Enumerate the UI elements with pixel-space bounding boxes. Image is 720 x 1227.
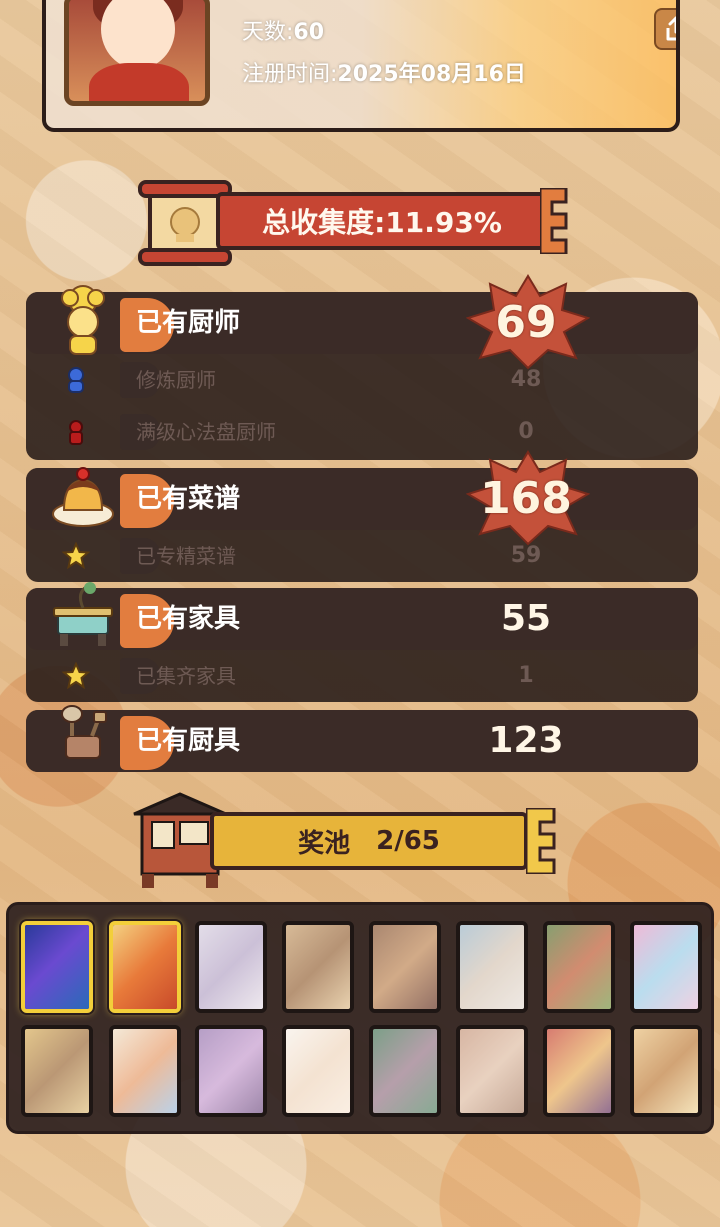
- share-upload-icon: [666, 16, 676, 41]
- prize-pool-banner: 奖池 2/65: [128, 790, 564, 890]
- ribbon-tail: [540, 188, 568, 254]
- furniture-icon: [53, 582, 113, 646]
- row-label: 满级心法盘厨师: [136, 420, 276, 444]
- pool-card[interactable]: [369, 921, 441, 1013]
- collection-ribbon: 总收集度:11.93%: [216, 192, 548, 250]
- recipes-title: 已有菜谱: [136, 484, 241, 514]
- prize-pool-ribbon[interactable]: 奖池 2/65: [210, 812, 528, 870]
- recipes-count: 168: [480, 473, 572, 524]
- prize-pool-progress: 2/65: [376, 826, 440, 856]
- list-item: 已专精菜谱 59: [26, 530, 698, 582]
- days-line: 天数:60: [242, 14, 324, 46]
- list-item: 修炼厨师 48: [26, 354, 698, 406]
- chefs-count: 69: [495, 297, 557, 348]
- pool-card[interactable]: [195, 1025, 267, 1117]
- profile-card: 天数:60 注册时间:2025年08月16日: [42, 0, 680, 132]
- row-value: 59: [510, 543, 542, 568]
- row-label: 已集齐家具: [136, 664, 236, 688]
- utensils-header[interactable]: 已有厨具 123: [26, 705, 698, 772]
- prize-pool-title: 奖池: [298, 828, 351, 859]
- recipes-panel: 已有菜谱 168 已专精菜谱 59: [26, 450, 698, 582]
- avatar[interactable]: [64, 0, 210, 106]
- pool-card[interactable]: [543, 1025, 615, 1117]
- prize-pool-grid: [6, 902, 714, 1134]
- register-value: 2025年08月16日: [337, 62, 526, 87]
- days-label: 天数:: [242, 20, 294, 45]
- pool-card[interactable]: [369, 1025, 441, 1117]
- pool-card[interactable]: [630, 921, 702, 1013]
- chefs-title: 已有厨师: [136, 308, 241, 338]
- utensils-count: 123: [488, 720, 564, 761]
- star-icon: [62, 542, 90, 570]
- star-icon: [62, 662, 90, 690]
- row-value: 1: [518, 663, 534, 688]
- chef-icon: [61, 285, 105, 355]
- pool-card[interactable]: [195, 921, 267, 1013]
- utensils-panel: 已有厨具 123: [26, 705, 698, 772]
- furniture-title: 已有家具: [136, 604, 241, 634]
- pudding-icon: [52, 467, 114, 527]
- blue-figure-icon: [68, 367, 84, 393]
- pool-card[interactable]: [456, 921, 528, 1013]
- pool-card[interactable]: [109, 1025, 181, 1117]
- row-label: 修炼厨师: [136, 368, 216, 392]
- pool-card[interactable]: [21, 921, 93, 1013]
- pool-card[interactable]: [543, 921, 615, 1013]
- ribbon-tail: [526, 808, 556, 874]
- pool-card[interactable]: [282, 921, 354, 1013]
- list-item: 满级心法盘厨师 0: [26, 406, 698, 458]
- pool-card[interactable]: [282, 1025, 354, 1117]
- furniture-count: 55: [500, 598, 552, 639]
- pool-card[interactable]: [21, 1025, 93, 1117]
- utensils-title: 已有厨具: [136, 726, 241, 756]
- row-label: 已专精菜谱: [136, 544, 236, 568]
- pool-card[interactable]: [109, 921, 181, 1013]
- furniture-header[interactable]: 已有家具 55: [26, 582, 698, 650]
- share-button[interactable]: [654, 8, 676, 50]
- days-value: 60: [293, 20, 325, 45]
- chefs-header[interactable]: 已有厨师 69: [26, 274, 698, 370]
- register-label: 注册时间:: [242, 62, 338, 87]
- furniture-panel: 已有家具 55 已集齐家具 1: [26, 582, 698, 702]
- red-figure-icon: [69, 420, 83, 445]
- chefs-panel: 已有厨师 69 修炼厨师 48 满级心法盘厨师 0: [26, 274, 698, 460]
- collection-banner: 总收集度:11.93%: [136, 180, 576, 270]
- row-value: 48: [510, 367, 542, 392]
- utensil-icon: [61, 705, 107, 759]
- pool-card[interactable]: [456, 1025, 528, 1117]
- list-item: 已集齐家具 1: [26, 650, 698, 702]
- recipes-header[interactable]: 已有菜谱 168: [26, 450, 698, 546]
- pool-card[interactable]: [630, 1025, 702, 1117]
- register-line: 注册时间:2025年08月16日: [242, 56, 526, 88]
